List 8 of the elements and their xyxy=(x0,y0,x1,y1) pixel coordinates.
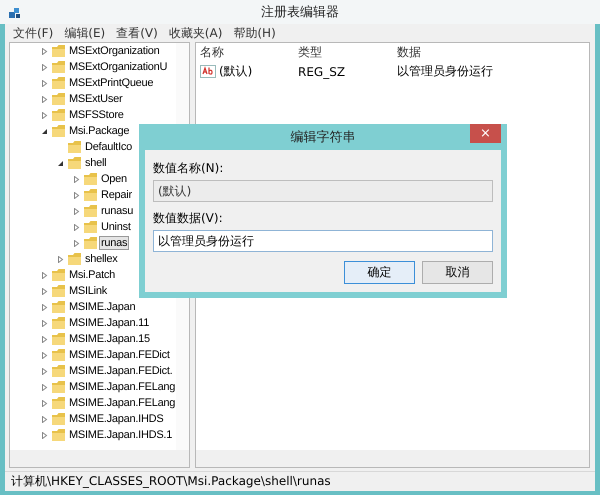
dialog-title: 编辑字符串 xyxy=(290,129,356,146)
table-cell-text: REG_SZ xyxy=(298,64,346,78)
field-label: 数值数据(V): xyxy=(153,210,224,226)
table-cell-text: 以管理员身份运行 xyxy=(397,63,494,80)
field-label: 数值名称(N): xyxy=(153,160,224,176)
window-title: 注册表编辑器 xyxy=(261,4,339,21)
table-cell: (默认) xyxy=(219,63,252,80)
status-path: 计算机\HKEY_CLASSES_ROOT\Msi.Package\shell\runas xyxy=(11,473,331,490)
